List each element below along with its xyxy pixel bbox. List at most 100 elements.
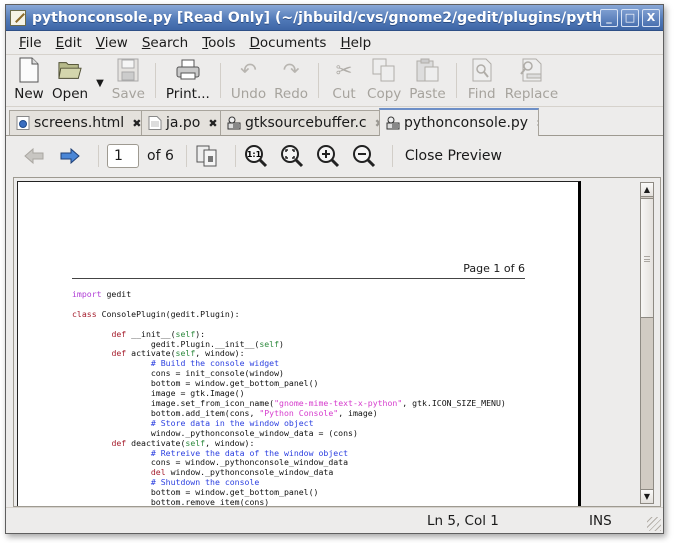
paste-button[interactable]: Paste [405,55,449,106]
copy-button[interactable]: Copy [363,55,405,106]
zoom-in-button[interactable] [314,142,342,170]
redo-label: Redo [274,86,309,102]
open-recent-dropdown[interactable]: ▼ [92,61,108,106]
tab-gtksourcebuffer-c[interactable]: gtksourcebuffer.c ✖ [220,110,380,135]
code-listing: import gedit class ConsolePlugin(gedit.P… [72,289,506,507]
html-file-icon [16,116,30,130]
replace-icon [519,58,543,82]
preview-separator [98,145,99,167]
menu-help[interactable]: Help [333,35,378,51]
close-button[interactable]: X [642,8,660,27]
copy-icon [372,58,396,82]
chevron-down-icon: ▼ [96,78,104,89]
copy-label: Copy [367,86,402,102]
zoom-out-button[interactable] [350,142,378,170]
status-bar: Ln 5, Col 1 INS [6,507,663,533]
menu-edit[interactable]: Edit [49,35,89,51]
preview-page: Page 1 of 6 import gedit class ConsolePl… [17,181,581,507]
svg-text:1:1: 1:1 [247,150,262,159]
toolbar: New Open ▼ Save Print... ↶ Undo ↷ Redo ✂… [6,55,663,107]
readonly-file-icon [386,116,400,130]
find-icon [470,58,494,82]
close-tab-icon[interactable]: ✖ [208,117,217,130]
tab-label: pythonconsole.py [404,115,529,131]
save-disk-icon [116,58,140,82]
print-button[interactable]: Print... [162,55,214,106]
close-tab-icon[interactable]: ✖ [536,117,538,130]
scroll-down-button[interactable]: ▼ [641,489,653,503]
zoom-100-button[interactable]: 1:1 [242,142,270,170]
resize-grip[interactable] [647,517,661,531]
paste-label: Paste [409,86,446,102]
new-button[interactable]: New [10,55,48,106]
menu-bar: File Edit View Search Tools Documents He… [6,31,663,55]
insert-mode: INS [589,512,612,529]
menu-tools[interactable]: Tools [195,35,242,51]
menu-view[interactable]: View [89,35,135,51]
print-preview-toolbar: 1 of 6 1:1 Close Preview [6,136,663,176]
arrow-right-icon [60,148,80,164]
zoom-in-icon [316,145,339,168]
toolbar-separator [318,63,320,98]
preview-separator [185,145,187,167]
menu-documents[interactable]: Documents [242,35,333,51]
print-preview-area[interactable]: Page 1 of 6 import gedit class ConsolePl… [13,177,661,507]
new-label: New [14,86,44,102]
new-document-icon [17,57,41,83]
paste-clipboard-icon [416,58,440,82]
next-page-button[interactable] [56,142,84,170]
scroll-up-button[interactable]: ▲ [641,183,653,197]
window-title: pythonconsole.py [Read Only] (~/jhbuild/… [32,9,600,26]
print-label: Print... [165,86,210,102]
document-tabs: screens.html ✖ ja.po ✖ gtksourcebuffer.c… [6,107,663,136]
code-line: import gedit [72,289,132,299]
previous-page-button[interactable] [20,142,48,170]
tab-screens-html[interactable]: screens.html ✖ [9,110,142,135]
redo-icon: ↷ [282,58,300,82]
save-label: Save [111,86,145,102]
gedit-app-icon [10,9,26,26]
cursor-position: Ln 5, Col 1 [427,512,499,529]
menu-search[interactable]: Search [135,35,195,51]
open-button[interactable]: Open [48,55,92,106]
page-number-input[interactable]: 1 [107,144,139,168]
undo-button[interactable]: ↶ Undo [227,55,270,106]
maximize-button[interactable]: □ [621,8,639,27]
undo-icon: ↶ [240,58,257,82]
arrow-left-icon [24,148,44,164]
title-bar[interactable]: pythonconsole.py [Read Only] (~/jhbuild/… [6,5,663,31]
vertical-scrollbar[interactable]: ▲ ▼ [640,182,654,504]
tab-label: gtksourcebuffer.c [245,115,367,131]
printer-icon [176,58,200,82]
redo-button[interactable]: ↷ Redo [270,55,312,106]
tab-label: ja.po [166,115,201,131]
replace-label: Replace [504,86,559,102]
cut-button[interactable]: ✂ Cut [325,55,363,106]
find-button[interactable]: Find [463,55,501,106]
zoom-1-1-icon: 1:1 [244,145,267,168]
toolbar-separator [219,63,221,98]
page-count-label: of 6 [147,148,174,164]
replace-button[interactable]: Replace [501,55,562,106]
scrollbar-thumb[interactable] [641,198,653,318]
readonly-file-icon [227,116,241,130]
toolbar-separator [154,63,156,98]
toolbar-separator [455,63,457,98]
preview-separator [234,145,236,167]
code-line: bottom.remove_item(cons) [72,497,270,507]
folder-open-icon [58,58,82,82]
multi-page-button[interactable] [193,142,221,170]
page-header-rule [72,278,525,279]
menu-file[interactable]: File [12,35,49,51]
zoom-fit-icon [280,145,303,168]
minimize-button[interactable]: _ [600,8,618,27]
tab-pythonconsole-py[interactable]: pythonconsole.py ✖ [379,108,539,136]
zoom-fit-button[interactable] [278,142,306,170]
close-preview-button[interactable]: Close Preview [405,148,502,164]
arrow-up-icon: ▲ [643,185,651,194]
cut-label: Cut [332,86,356,102]
save-button[interactable]: Save [108,55,149,106]
tab-ja-po[interactable]: ja.po ✖ [141,110,221,135]
undo-label: Undo [230,86,267,102]
zoom-out-icon [352,145,375,168]
